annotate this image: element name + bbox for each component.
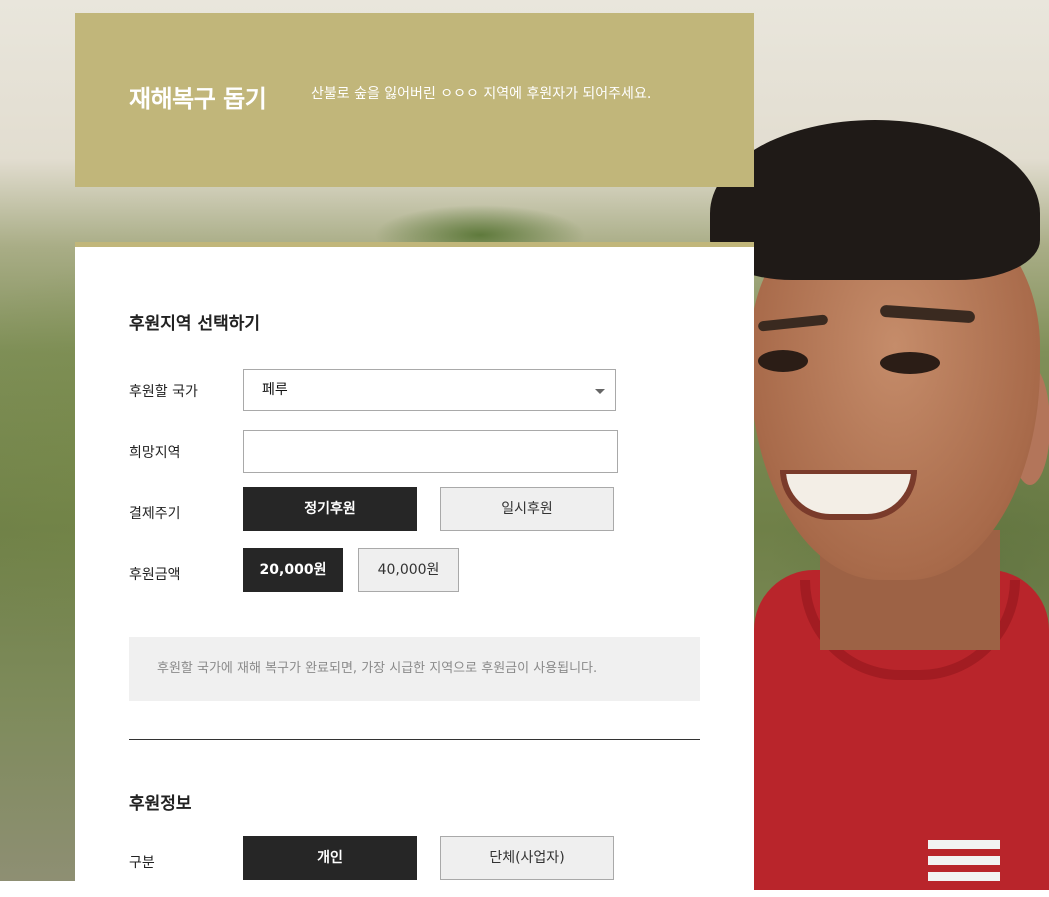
cycle-one-time-button[interactable]: 일시후원 — [440, 487, 614, 531]
type-label: 구분 — [129, 855, 155, 871]
notice-box: 후원할 국가에 재해 복구가 완료되면, 가장 시급한 지역으로 후원금이 사용… — [129, 637, 700, 701]
region-section-title: 후원지역 선택하기 — [129, 314, 261, 334]
page-header: 재해복구 돕기 산불로 숲을 잃어버린 ㅇㅇㅇ 지역에 후원자가 되어주세요. — [75, 13, 754, 187]
section-divider — [129, 739, 700, 740]
payment-cycle-label: 결제주기 — [129, 506, 181, 522]
region-label: 희망지역 — [129, 445, 181, 461]
info-section-title: 후원정보 — [129, 794, 192, 814]
page-title: 재해복구 돕기 — [129, 85, 267, 113]
chevron-down-icon — [595, 389, 605, 394]
amount-20000-button[interactable]: 20,000원 — [243, 548, 343, 592]
page-subtitle: 산불로 숲을 잃어버린 ㅇㅇㅇ 지역에 후원자가 되어주세요. — [311, 86, 652, 102]
eye-right — [880, 352, 940, 374]
region-input[interactable] — [243, 430, 618, 473]
type-individual-button[interactable]: 개인 — [243, 836, 417, 880]
amount-label: 후원금액 — [129, 567, 181, 583]
type-organization-button[interactable]: 단체(사업자) — [440, 836, 614, 880]
cycle-regular-button[interactable]: 정기후원 — [243, 487, 417, 531]
eye-left — [758, 350, 808, 372]
country-select[interactable]: 페루 — [243, 369, 616, 411]
amount-40000-button[interactable]: 40,000원 — [358, 548, 459, 592]
country-select-value: 페루 — [262, 382, 288, 398]
hair — [710, 120, 1040, 280]
donation-form-card: 후원지역 선택하기 후원할 국가 페루 희망지역 결제주기 정기후원 일시후원 … — [75, 242, 754, 897]
country-label: 후원할 국가 — [129, 384, 198, 400]
